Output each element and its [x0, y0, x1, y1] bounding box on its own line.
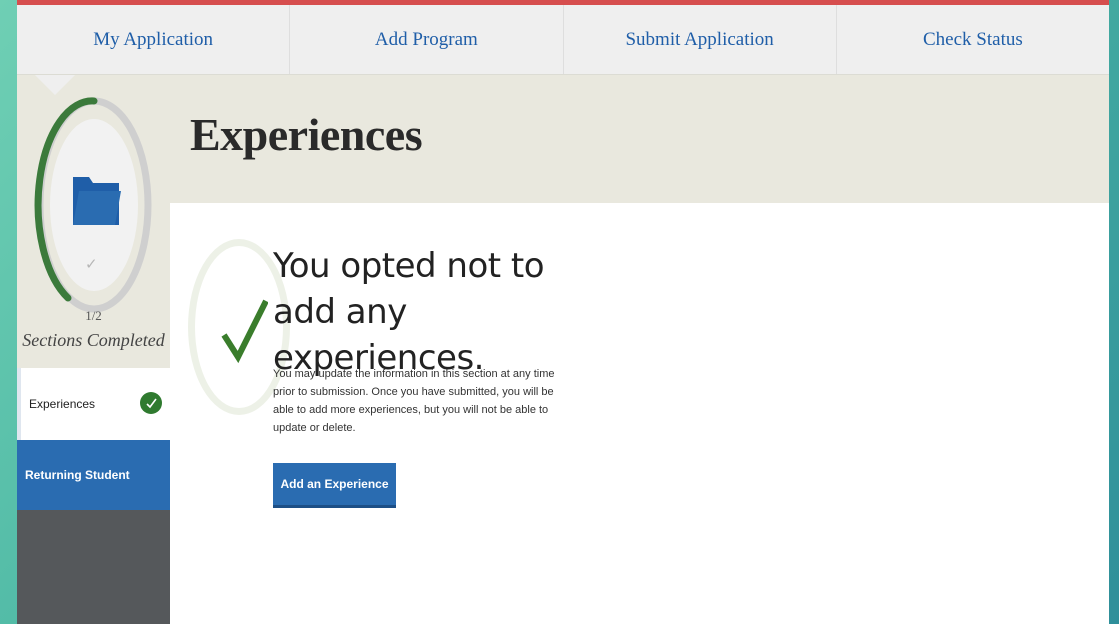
- confirmation-headline: You opted not to add any experiences.: [273, 246, 545, 378]
- top-navigation: My Application Add Program Submit Applic…: [17, 5, 1109, 75]
- tab-add-program[interactable]: Add Program: [290, 5, 564, 74]
- sidebar-item-label: Returning Student: [25, 468, 130, 482]
- page-header: Experiences: [170, 75, 1109, 203]
- progress-caption: Sections Completed: [22, 330, 165, 350]
- nav-pointer: [35, 75, 75, 95]
- progress-count: 1/2: [85, 308, 102, 323]
- sidebar-item-returning-student[interactable]: Returning Student: [17, 440, 170, 510]
- info-text: You may update the information in this s…: [273, 368, 555, 434]
- page-title: Experiences: [190, 109, 423, 160]
- folder-icon: [73, 177, 121, 225]
- check-badge-icon: [140, 392, 162, 414]
- checkmark-icon: [221, 299, 268, 364]
- tab-submit-application[interactable]: Submit Application: [564, 5, 837, 74]
- add-experience-button[interactable]: Add an Experience: [273, 463, 396, 508]
- sidebar-item-experiences[interactable]: Experiences: [17, 368, 170, 440]
- tab-my-application[interactable]: My Application: [17, 5, 291, 74]
- sidebar: ✓ 1/2 Sections Completed Experiences Ret…: [17, 75, 170, 624]
- main-content: You opted not to add any experiences. Yo…: [170, 203, 1109, 624]
- sidebar-item-label: Experiences: [29, 397, 96, 411]
- tab-check-status[interactable]: Check Status: [837, 5, 1109, 74]
- progress-panel: ✓ 1/2 Sections Completed: [17, 75, 170, 368]
- checkmark-icon: ✓: [85, 256, 98, 273]
- application-window: My Application Add Program Submit Applic…: [17, 5, 1109, 624]
